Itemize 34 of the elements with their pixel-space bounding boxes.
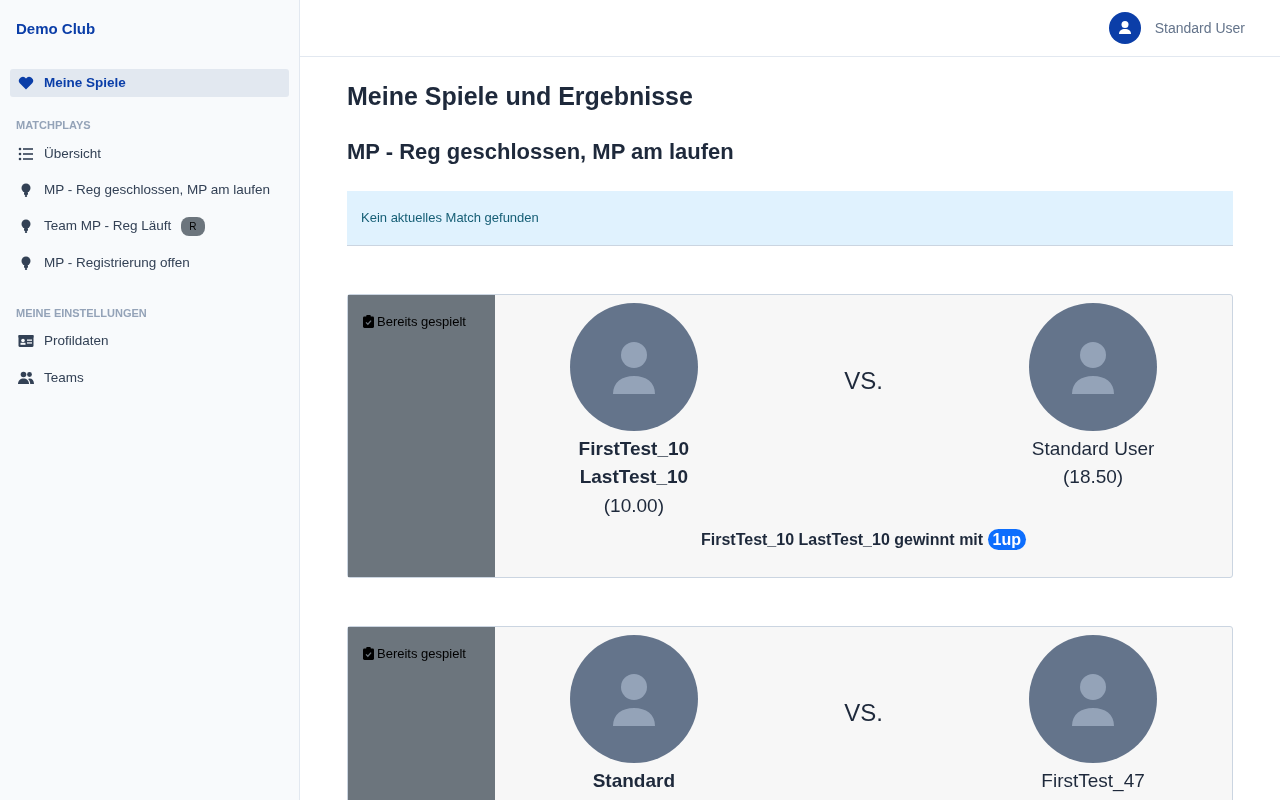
section-heading: MEINE EINSTELLUNGEN	[15, 305, 148, 321]
user-avatar-icon[interactable]	[1108, 12, 1141, 44]
sidebar-item[interactable]: Übersicht	[10, 139, 289, 168]
section-heading: MATCHPLAYS	[15, 118, 92, 134]
badge: R	[181, 216, 205, 236]
clipboard-check-icon	[363, 314, 374, 328]
player-name: FirstTest_47	[1041, 768, 1145, 794]
sidebar-item[interactable]: MP - Registrierung offen	[10, 248, 289, 277]
id-card-icon	[18, 333, 34, 350]
users-icon	[18, 369, 34, 386]
versus-label: VS.	[844, 697, 883, 728]
page-title: Meine Spiele und Ergebnisse	[347, 81, 694, 111]
status-label: Bereits gespielt	[363, 643, 466, 664]
versus-label: VS.	[844, 365, 883, 396]
player-handicap: (18.50)	[1063, 465, 1124, 490]
sidebar-item[interactable]: Team MP - Reg Läuft R	[10, 212, 289, 241]
brand-logo[interactable]: Demo Club	[10, 0, 289, 69]
result-text: FirstTest_10 LastTest_10 gewinnt mit	[700, 531, 984, 549]
sidebar-item[interactable]: MP - Reg geschlossen, MP am laufen	[10, 176, 289, 205]
score-badge: 1up	[987, 529, 1027, 551]
player-name: FirstTest_10 LastTest_10	[577, 436, 691, 490]
sidebar-item[interactable]: Profildaten	[10, 327, 289, 356]
clipboard-check-icon	[363, 646, 374, 660]
info-alert: Kein aktuelles Match gefunden	[347, 191, 1233, 246]
player-handicap: (10.00)	[603, 493, 664, 518]
section-title: MP - Reg geschlossen, MP am laufen	[347, 139, 735, 166]
sidebar-item[interactable]: Teams	[10, 363, 289, 392]
heart-icon	[18, 75, 34, 92]
sidebar-item[interactable]: Meine Spiele	[10, 69, 289, 98]
status-label: Bereits gespielt	[363, 311, 466, 332]
list-icon	[18, 145, 34, 162]
player-name: Standard	[592, 768, 676, 793]
player-name: Standard User	[1031, 436, 1155, 461]
user-name[interactable]: Standard User	[1154, 17, 1245, 39]
